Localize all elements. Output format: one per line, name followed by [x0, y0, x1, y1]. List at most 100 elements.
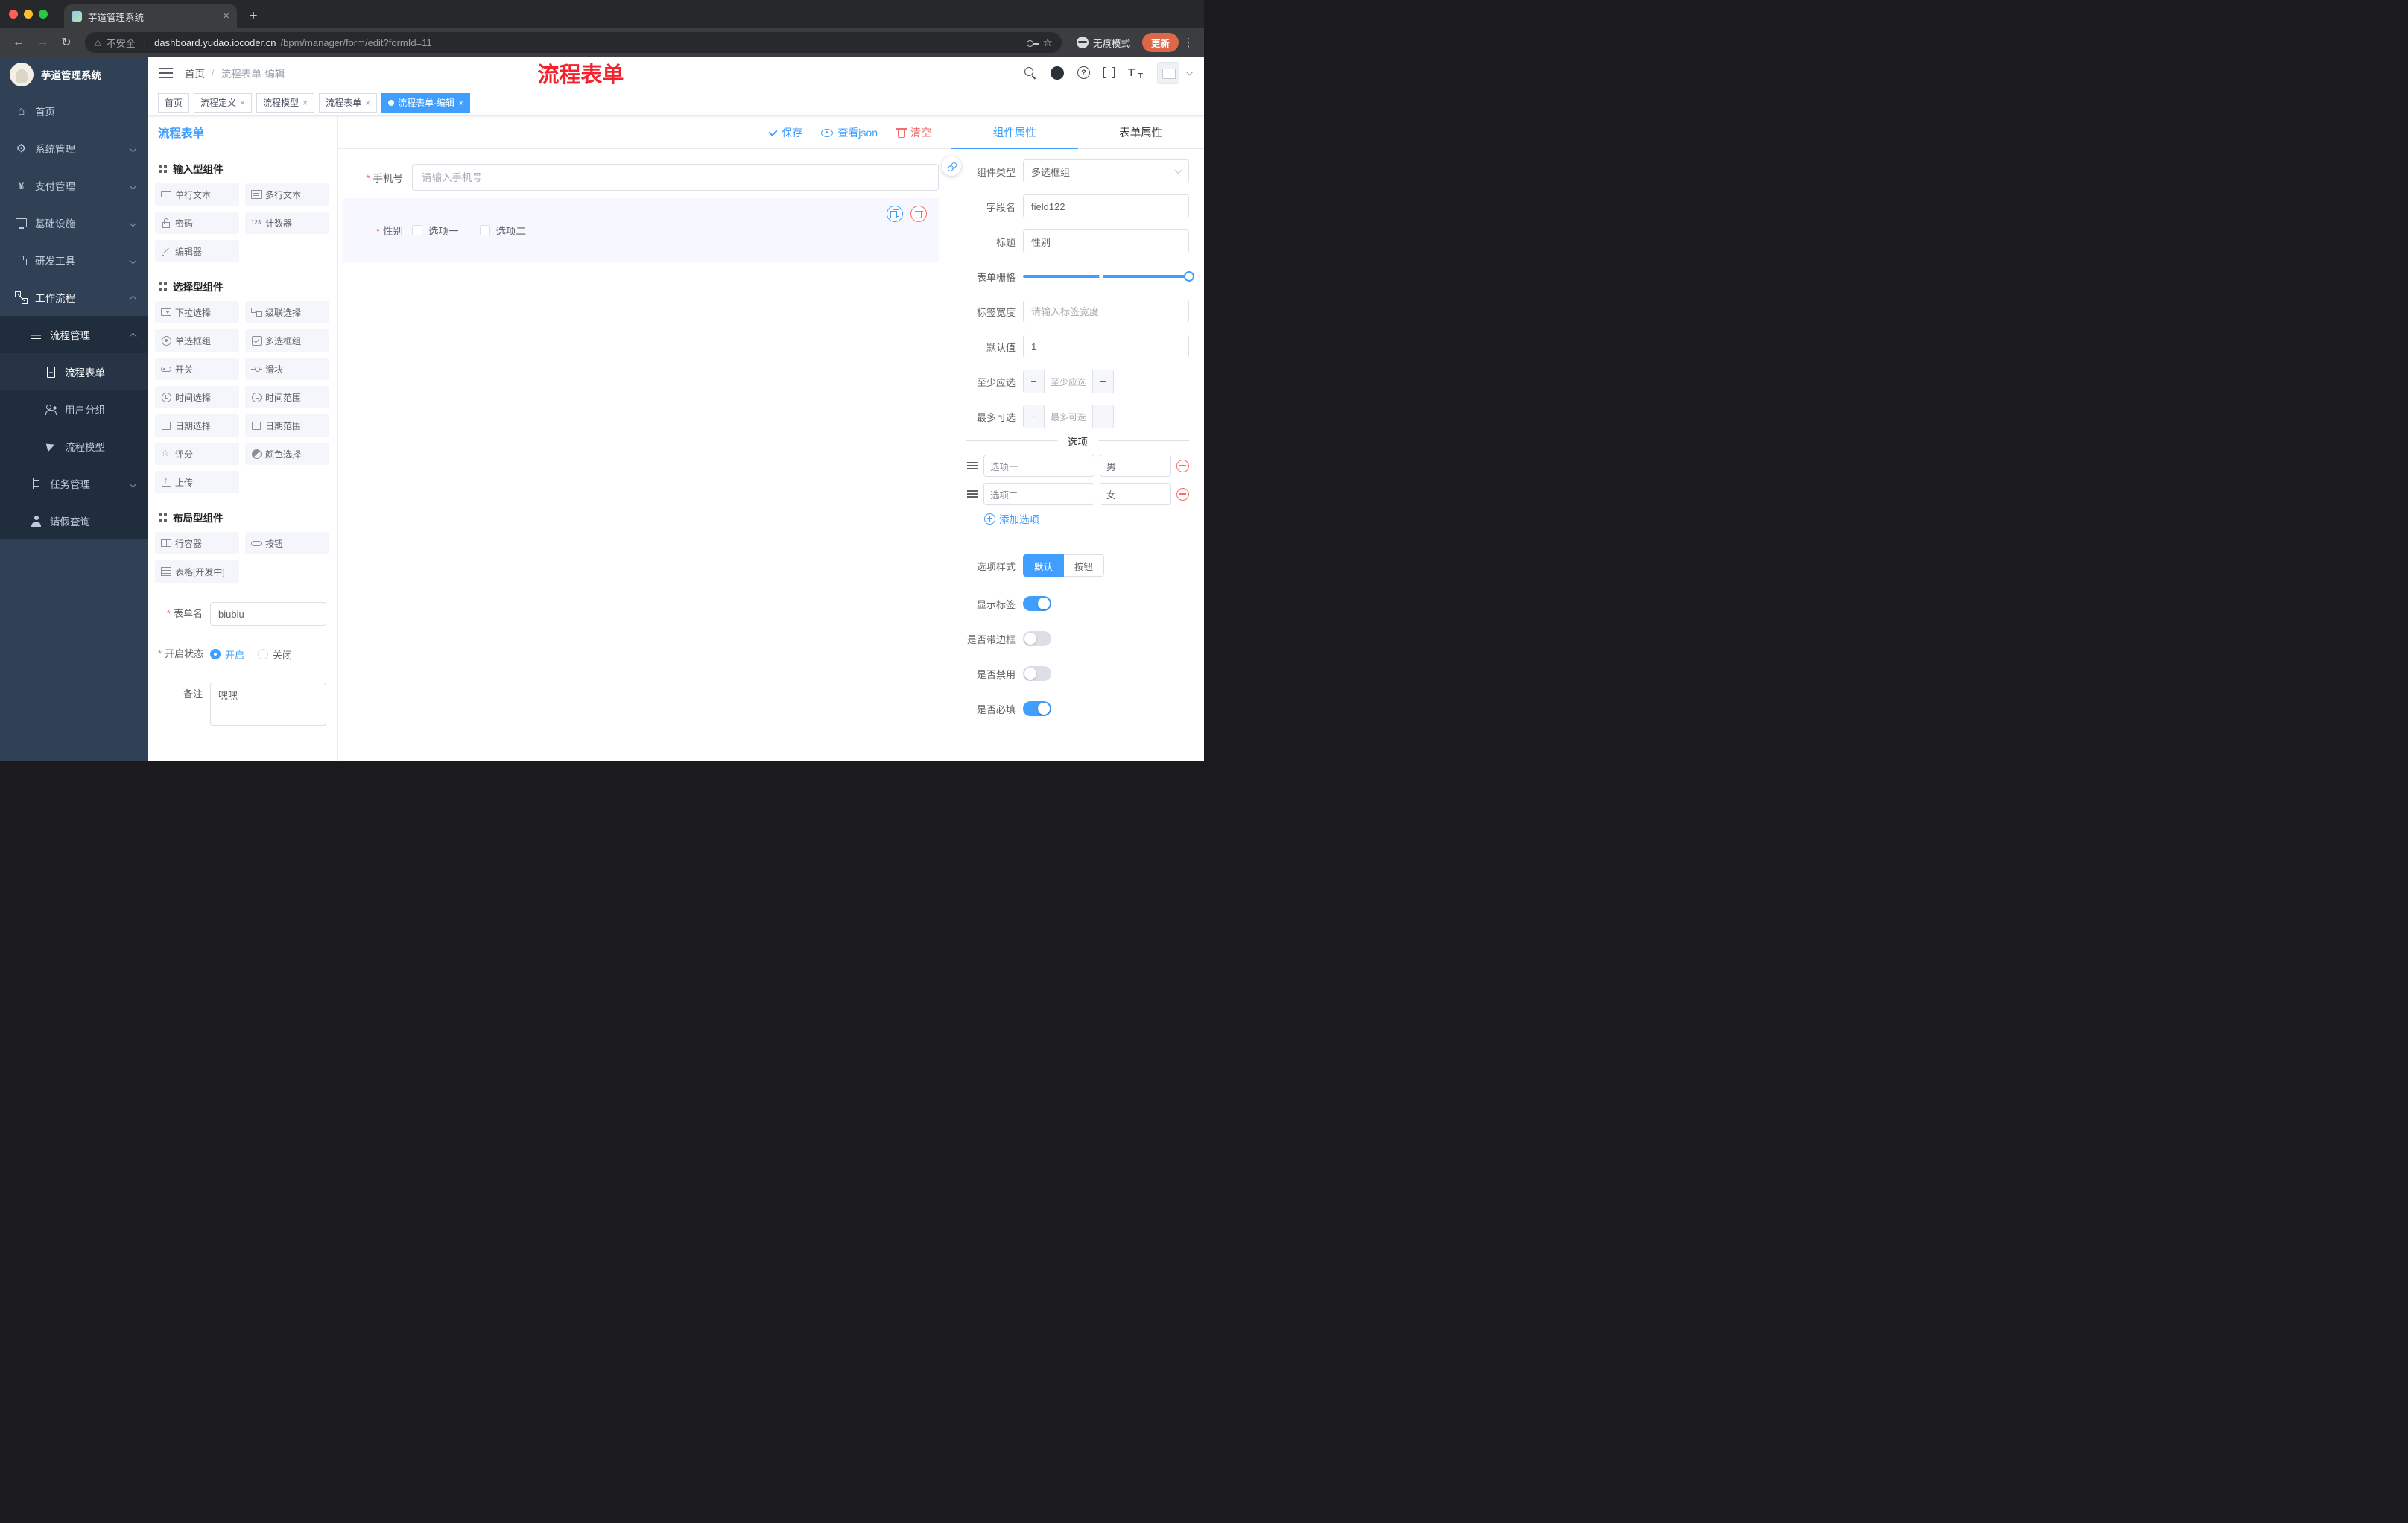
- palette-item-password[interactable]: 密码: [155, 212, 239, 234]
- min-select-placeholder[interactable]: 至少应选: [1045, 370, 1092, 393]
- form-name-input[interactable]: [210, 602, 326, 626]
- required-switch[interactable]: [1023, 701, 1051, 716]
- palette-item-row-container[interactable]: 行容器: [155, 532, 239, 554]
- breadcrumb-home[interactable]: 首页: [185, 66, 205, 80]
- copy-component-button[interactable]: [887, 206, 903, 222]
- palette-item-date-picker[interactable]: 日期选择: [155, 414, 239, 437]
- border-switch[interactable]: [1023, 631, 1051, 646]
- avatar-caret-icon[interactable]: [1185, 68, 1194, 75]
- drag-handle-icon[interactable]: [966, 489, 978, 499]
- sidebar-item-user-group[interactable]: 用户分组: [0, 390, 148, 428]
- option-value-input[interactable]: [1100, 455, 1171, 477]
- tag-process-form[interactable]: 流程表单 ×: [319, 92, 378, 113]
- option-label-input[interactable]: [983, 483, 1094, 505]
- sidebar-item-infrastructure[interactable]: 基础设施: [0, 204, 148, 241]
- form-grid-slider[interactable]: [1023, 265, 1194, 288]
- close-window-button[interactable]: [9, 10, 18, 19]
- stepper-increase-button[interactable]: +: [1092, 405, 1113, 428]
- tag-close-icon[interactable]: ×: [240, 98, 245, 107]
- status-off-radio[interactable]: 关闭: [258, 647, 292, 662]
- fullscreen-icon[interactable]: [1103, 66, 1115, 80]
- tag-close-icon[interactable]: ×: [302, 98, 308, 107]
- palette-item-button[interactable]: 按钮: [245, 532, 329, 554]
- stepper-decrease-button[interactable]: −: [1024, 370, 1045, 393]
- remove-option-icon[interactable]: [1176, 487, 1189, 501]
- sidebar-item-home[interactable]: 首页: [0, 92, 148, 130]
- palette-item-multi-line-text[interactable]: 多行文本: [245, 183, 329, 206]
- sidebar-logo[interactable]: 芋道管理系统: [0, 57, 148, 92]
- sidebar-item-task-management[interactable]: 任务管理: [0, 465, 148, 502]
- reload-button[interactable]: ↻: [55, 31, 77, 54]
- tag-close-icon[interactable]: ×: [458, 98, 463, 107]
- add-option-button[interactable]: 添加选项: [984, 511, 1039, 526]
- option-style-default-button[interactable]: 默认: [1023, 554, 1065, 577]
- user-avatar[interactable]: [1157, 61, 1179, 84]
- palette-item-color-picker[interactable]: 颜色选择: [245, 443, 329, 465]
- palette-item-switch[interactable]: 开关: [155, 358, 239, 380]
- slider-handle[interactable]: [1184, 271, 1194, 282]
- tag-process-definition[interactable]: 流程定义 ×: [194, 92, 253, 113]
- show-label-switch[interactable]: [1023, 596, 1051, 611]
- back-button[interactable]: ←: [7, 31, 30, 54]
- forward-button[interactable]: →: [31, 31, 54, 54]
- browser-update-button[interactable]: 更新: [1141, 33, 1179, 52]
- canvas-field-gender-selected[interactable]: 性别 选项一 选项二: [343, 198, 939, 262]
- palette-item-checkbox-group[interactable]: 多选框组: [245, 329, 329, 352]
- disabled-switch[interactable]: [1023, 666, 1051, 681]
- sidebar-item-workflow[interactable]: 工作流程: [0, 279, 148, 316]
- palette-item-time-picker[interactable]: 时间选择: [155, 386, 239, 408]
- stepper-increase-button[interactable]: +: [1092, 370, 1113, 393]
- default-value-input[interactable]: [1023, 335, 1189, 358]
- max-select-placeholder[interactable]: 最多可选: [1045, 405, 1092, 428]
- maximize-window-button[interactable]: [39, 10, 48, 19]
- hamburger-menu-icon[interactable]: [159, 67, 173, 78]
- palette-item-dropdown[interactable]: 下拉选择: [155, 301, 239, 323]
- sidebar-item-process-management[interactable]: 流程管理: [0, 316, 148, 353]
- sidebar-item-process-model[interactable]: 流程模型: [0, 428, 148, 465]
- component-type-select[interactable]: 多选框组: [1023, 159, 1189, 183]
- github-icon[interactable]: [1051, 66, 1064, 80]
- tab-close-icon[interactable]: ×: [223, 10, 229, 22]
- tag-home[interactable]: 首页: [158, 92, 190, 113]
- remove-option-icon[interactable]: [1176, 459, 1189, 472]
- option-label-input[interactable]: [983, 455, 1094, 477]
- sidebar-item-process-form[interactable]: 流程表单: [0, 353, 148, 390]
- sidebar-item-payment[interactable]: 支付管理: [0, 167, 148, 204]
- sidebar-item-system[interactable]: 系统管理: [0, 130, 148, 167]
- tab-form-props[interactable]: 表单属性: [1078, 116, 1205, 148]
- search-icon[interactable]: [1023, 66, 1037, 80]
- palette-item-table[interactable]: 表格[开发中]: [155, 560, 239, 583]
- palette-item-time-range[interactable]: 时间范围: [245, 386, 329, 408]
- help-icon[interactable]: [1077, 66, 1090, 79]
- label-width-input[interactable]: [1023, 300, 1189, 323]
- tag-process-form-edit[interactable]: 流程表单-编辑 ×: [381, 92, 471, 113]
- title-input[interactable]: [1023, 229, 1189, 253]
- palette-item-cascader[interactable]: 级联选择: [245, 301, 329, 323]
- gender-option2-checkbox[interactable]: 选项二: [479, 223, 526, 238]
- option-style-button-button[interactable]: 按钮: [1064, 554, 1105, 577]
- link-float-button[interactable]: [942, 156, 961, 176]
- palette-item-radio-group[interactable]: 单选框组: [155, 329, 239, 352]
- option-value-input[interactable]: [1100, 483, 1171, 505]
- palette-item-single-line-text[interactable]: 单行文本: [155, 183, 239, 206]
- form-remark-textarea[interactable]: 嘿嘿: [210, 683, 326, 726]
- browser-tab[interactable]: 芋道管理系统 ×: [64, 4, 237, 28]
- field-name-input[interactable]: [1023, 194, 1189, 218]
- delete-component-button[interactable]: [910, 206, 927, 222]
- clear-button[interactable]: 清空: [896, 125, 931, 140]
- tag-process-model[interactable]: 流程模型 ×: [256, 92, 315, 113]
- gender-option1-checkbox[interactable]: 选项一: [412, 223, 459, 238]
- minimize-window-button[interactable]: [24, 10, 33, 19]
- incognito-profile-chip[interactable]: 无痕模式: [1069, 32, 1138, 53]
- address-bar[interactable]: 不安全 | dashboard.yudao.iocoder.cn /bpm/ma…: [85, 32, 1062, 53]
- stepper-decrease-button[interactable]: −: [1024, 405, 1045, 428]
- sidebar-item-leave-query[interactable]: 请假查询: [0, 502, 148, 539]
- password-key-icon[interactable]: [1026, 37, 1039, 48]
- drag-handle-icon[interactable]: [966, 460, 978, 471]
- phone-field-input[interactable]: [412, 164, 939, 191]
- new-tab-button[interactable]: +: [243, 6, 264, 27]
- tab-component-props[interactable]: 组件属性: [951, 116, 1078, 149]
- status-on-radio[interactable]: 开启: [210, 647, 244, 662]
- palette-item-editor[interactable]: 编辑器: [155, 240, 239, 262]
- view-json-button[interactable]: 查看json: [820, 125, 878, 140]
